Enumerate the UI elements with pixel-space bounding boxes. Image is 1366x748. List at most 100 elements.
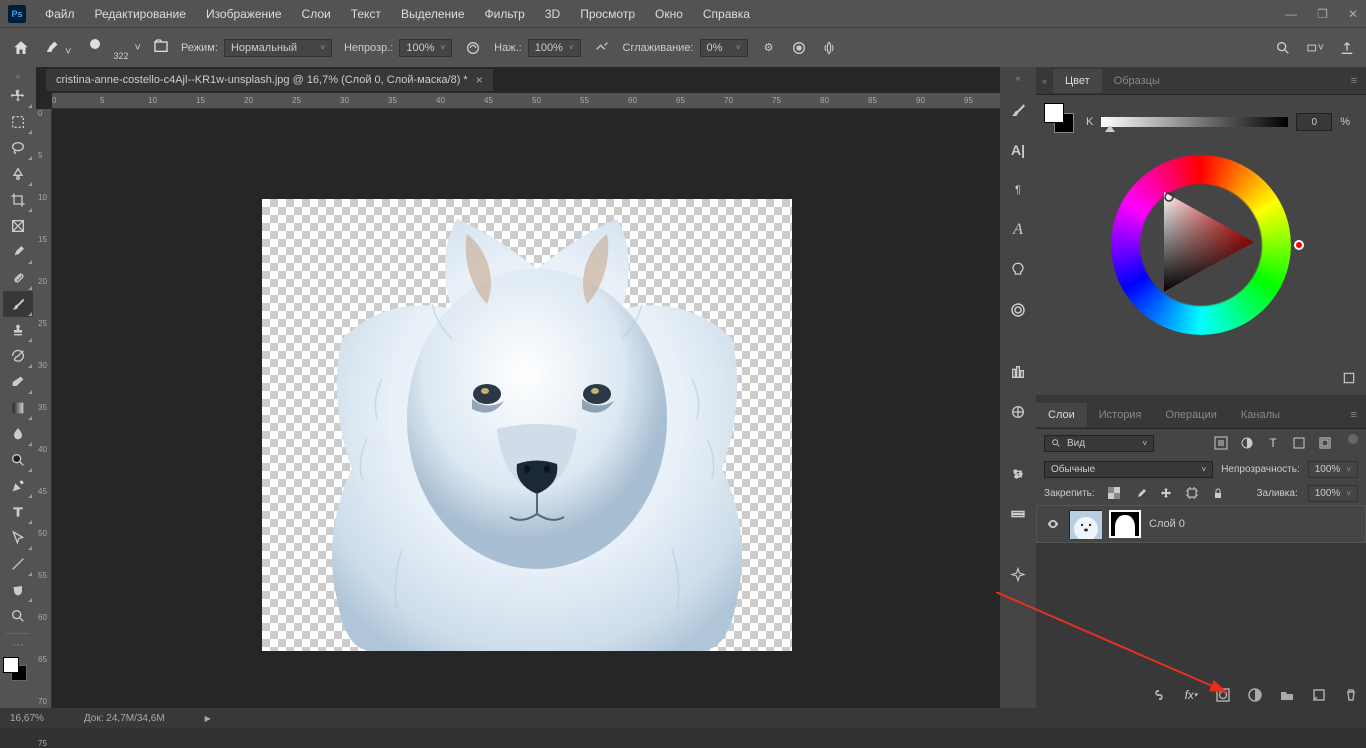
path-select-tool[interactable] — [3, 525, 33, 551]
close-icon[interactable]: ✕ — [1348, 7, 1358, 21]
tab-actions[interactable]: Операции — [1153, 403, 1228, 427]
maximize-icon[interactable]: ❐ — [1317, 7, 1328, 21]
layer-name[interactable]: Слой 0 — [1149, 518, 1185, 530]
menu-3d[interactable]: 3D — [536, 3, 569, 25]
dodge-tool[interactable] — [3, 447, 33, 473]
panel-menu-icon[interactable]: ≡ — [1343, 75, 1366, 87]
filter-type-icon[interactable]: T — [1264, 434, 1282, 452]
opacity-dropdown[interactable]: 100%˅ — [399, 39, 452, 57]
navigator-icon[interactable] — [1009, 563, 1027, 589]
tab-close-icon[interactable]: × — [476, 73, 483, 87]
brush-preset[interactable]: 322 ˅ — [83, 36, 140, 60]
new-group-icon[interactable] — [1278, 686, 1296, 704]
gradient-tool[interactable] — [3, 395, 33, 421]
paragraph-icon[interactable]: ¶ — [1009, 177, 1027, 203]
filter-pixel-icon[interactable] — [1212, 434, 1230, 452]
k-value[interactable]: 0 — [1296, 113, 1332, 131]
pen-tool[interactable] — [3, 473, 33, 499]
menu-text[interactable]: Текст — [342, 3, 390, 25]
lock-all-icon[interactable] — [1209, 484, 1227, 502]
panel-menu-icon[interactable]: ≡ — [1343, 409, 1366, 421]
menu-help[interactable]: Справка — [694, 3, 759, 25]
styles-icon[interactable] — [1009, 399, 1027, 425]
smoothing-dropdown[interactable]: 0%˅ — [700, 39, 748, 57]
tab-color[interactable]: Цвет — [1053, 69, 1102, 93]
tab-layers[interactable]: Слои — [1036, 403, 1087, 427]
tab-channels[interactable]: Каналы — [1229, 403, 1292, 427]
character-icon[interactable]: A| — [1009, 137, 1027, 163]
search-icon[interactable] — [1274, 39, 1292, 57]
eyedropper-tool[interactable] — [3, 239, 33, 265]
marquee-tool[interactable] — [3, 109, 33, 135]
move-tool[interactable] — [3, 83, 33, 109]
blend-mode-dropdown[interactable]: Обычные˅ — [1044, 461, 1213, 478]
flow-dropdown[interactable]: 100%˅ — [528, 39, 581, 57]
screenmode-icon[interactable]: ˅ — [1306, 39, 1324, 57]
brush-icon[interactable]: ˅ — [44, 37, 71, 58]
new-layer-icon[interactable] — [1310, 686, 1328, 704]
tab-swatches[interactable]: Образцы — [1102, 69, 1172, 93]
line-tool[interactable] — [3, 551, 33, 577]
menu-image[interactable]: Изображение — [197, 3, 291, 25]
learn-icon[interactable] — [1009, 257, 1027, 283]
lock-transparency-icon[interactable] — [1105, 484, 1123, 502]
visibility-icon[interactable] — [1045, 515, 1061, 533]
brush-settings-icon[interactable] — [1009, 97, 1027, 123]
properties-icon[interactable] — [1009, 461, 1027, 487]
doc-size-info[interactable]: Док: 24,7M/34,6M — [84, 713, 165, 724]
layer-mask-thumbnail[interactable] — [1109, 510, 1141, 538]
ps-logo[interactable]: Ps — [8, 5, 26, 23]
brush-tool[interactable] — [3, 291, 33, 317]
pressure-opacity-icon[interactable] — [464, 39, 482, 57]
filter-smart-icon[interactable] — [1316, 434, 1334, 452]
menu-filter[interactable]: Фильтр — [476, 3, 534, 25]
menu-select[interactable]: Выделение — [392, 3, 474, 25]
layer-kind-filter[interactable]: Вид˅ — [1044, 435, 1154, 452]
canvas-viewport[interactable] — [52, 109, 1000, 708]
layer-opacity-dropdown[interactable]: 100%˅ — [1308, 461, 1358, 478]
layer-thumbnail[interactable] — [1069, 510, 1101, 538]
k-slider[interactable] — [1101, 117, 1288, 127]
zoom-level[interactable]: 16,67% — [10, 713, 44, 724]
hand-tool[interactable] — [3, 577, 33, 603]
timeline-icon[interactable] — [1009, 501, 1027, 527]
hue-picker[interactable] — [1294, 240, 1304, 250]
gear-icon[interactable]: ⚙ — [760, 39, 778, 57]
adjustments-icon[interactable] — [1009, 359, 1027, 385]
add-mask-icon[interactable] — [1214, 686, 1232, 704]
share-icon[interactable] — [1338, 39, 1356, 57]
folder-icon[interactable] — [153, 38, 169, 57]
menu-layers[interactable]: Слои — [293, 3, 340, 25]
airbrush-icon[interactable] — [593, 39, 611, 57]
document-tab[interactable]: cristina-anne-costello-c4Ajl--KR1w-unspl… — [46, 69, 493, 91]
frame-tool[interactable] — [3, 213, 33, 239]
crop-tool[interactable] — [3, 187, 33, 213]
healing-tool[interactable] — [3, 265, 33, 291]
menu-view[interactable]: Просмотр — [571, 3, 644, 25]
stamp-tool[interactable] — [3, 317, 33, 343]
pressure-size-icon[interactable] — [790, 39, 808, 57]
libraries-icon[interactable] — [1009, 297, 1027, 323]
sv-triangle[interactable] — [1149, 187, 1259, 297]
layer-fx-icon[interactable]: fx▾ — [1182, 686, 1200, 704]
symmetry-icon[interactable] — [820, 39, 838, 57]
color-swatches[interactable] — [3, 657, 33, 691]
quick-select-tool[interactable] — [3, 161, 33, 187]
lock-artboard-icon[interactable] — [1183, 484, 1201, 502]
type-tool[interactable] — [3, 499, 33, 525]
filter-adjust-icon[interactable] — [1238, 434, 1256, 452]
filter-shape-icon[interactable] — [1290, 434, 1308, 452]
blur-tool[interactable] — [3, 421, 33, 447]
history-brush-tool[interactable] — [3, 343, 33, 369]
link-layers-icon[interactable] — [1150, 686, 1168, 704]
filter-toggle[interactable] — [1348, 434, 1358, 444]
delete-layer-icon[interactable] — [1342, 686, 1360, 704]
fill-dropdown[interactable]: 100%˅ — [1308, 485, 1358, 502]
colorwheel-toggle-icon[interactable] — [1340, 369, 1358, 387]
glyphs-icon[interactable]: A — [1009, 217, 1027, 243]
mode-dropdown[interactable]: Нормальный˅ — [224, 39, 332, 57]
adjustment-layer-icon[interactable] — [1246, 686, 1264, 704]
tab-history[interactable]: История — [1087, 403, 1154, 427]
menu-file[interactable]: Файл — [36, 3, 84, 25]
lasso-tool[interactable] — [3, 135, 33, 161]
